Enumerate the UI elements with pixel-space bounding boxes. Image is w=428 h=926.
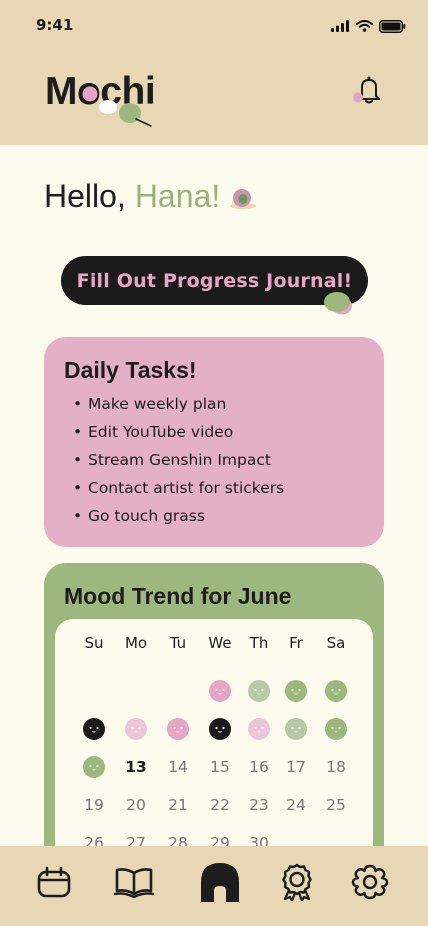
mood-face-pink[interactable] bbox=[209, 680, 231, 702]
weekday-label: Fr bbox=[289, 634, 303, 652]
mood-trend-title: Mood Trend for June bbox=[64, 583, 292, 609]
weekday-label: Mo bbox=[124, 634, 148, 652]
task-item[interactable]: Stream Genshin Impact bbox=[73, 449, 284, 477]
nav-journal[interactable] bbox=[112, 860, 156, 904]
battery-icon bbox=[379, 19, 406, 33]
mood-face-green[interactable] bbox=[325, 718, 347, 740]
award-icon bbox=[282, 863, 312, 901]
calendar-day[interactable]: 15 bbox=[204, 756, 236, 778]
daily-tasks-title: Daily Tasks! bbox=[64, 357, 197, 383]
book-icon bbox=[114, 868, 154, 898]
weekday-label: Th bbox=[249, 634, 269, 652]
calendar-day[interactable]: 17 bbox=[280, 756, 312, 778]
home-icon bbox=[201, 863, 239, 902]
calendar-day[interactable]: 25 bbox=[320, 794, 352, 816]
mood-face-pink[interactable] bbox=[167, 718, 189, 740]
status-time: 9:41 bbox=[36, 16, 74, 34]
mood-trend-card: Mood Trend for June Su Mo Tu We Th Fr Sa 13 14 15… bbox=[44, 563, 384, 909]
weekday-label: We bbox=[208, 634, 232, 652]
mood-face-sage[interactable] bbox=[285, 718, 307, 740]
greeting-name: Hana! bbox=[134, 178, 221, 214]
calendar-day[interactable]: 22 bbox=[204, 794, 236, 816]
nav-home[interactable] bbox=[198, 860, 242, 904]
mood-face-green[interactable] bbox=[325, 680, 347, 702]
daily-tasks-list: Make weekly plan Edit YouTube video Stre… bbox=[73, 393, 284, 533]
weekday-label: Sa bbox=[326, 634, 346, 652]
greeting: Hello, Hana! bbox=[44, 178, 258, 215]
bottom-navigation bbox=[0, 846, 428, 926]
daily-tasks-card: Daily Tasks! Make weekly plan Edit YouTu… bbox=[44, 337, 384, 547]
nav-calendar[interactable] bbox=[32, 860, 76, 904]
greeting-hello: Hello, bbox=[44, 178, 126, 214]
calendar-day[interactable]: 16 bbox=[243, 756, 275, 778]
mood-face-green[interactable] bbox=[83, 756, 105, 778]
journal-mochi-decoration bbox=[324, 292, 352, 315]
weekday-label: Tu bbox=[169, 634, 187, 652]
mochi-logo-decoration bbox=[99, 100, 152, 127]
mood-face-lightpink[interactable] bbox=[248, 718, 270, 740]
notification-bell-icon[interactable] bbox=[352, 74, 384, 106]
logo-pink-dot bbox=[82, 86, 98, 102]
weekday-label: Su bbox=[84, 634, 104, 652]
task-item[interactable]: Edit YouTube video bbox=[73, 421, 284, 449]
mood-face-lightpink[interactable] bbox=[125, 718, 147, 740]
calendar-day[interactable]: 19 bbox=[78, 794, 110, 816]
mood-face-black[interactable] bbox=[209, 718, 231, 740]
calendar-day[interactable]: 20 bbox=[120, 794, 152, 816]
mood-face-black[interactable] bbox=[83, 718, 105, 740]
wifi-icon bbox=[356, 20, 373, 32]
calendar-day[interactable]: 21 bbox=[162, 794, 194, 816]
task-item[interactable]: Make weekly plan bbox=[73, 393, 284, 421]
task-item[interactable]: Contact artist for stickers bbox=[73, 477, 284, 505]
mood-face-green[interactable] bbox=[285, 680, 307, 702]
app-header: 9:41 Mochi bbox=[0, 0, 428, 145]
calendar-icon bbox=[37, 866, 71, 898]
calendar-day[interactable]: 13 bbox=[120, 756, 152, 778]
signal-icon bbox=[331, 20, 349, 32]
calendar-day[interactable]: 23 bbox=[243, 794, 275, 816]
calendar-day[interactable]: 14 bbox=[162, 756, 194, 778]
task-item[interactable]: Go touch grass bbox=[73, 505, 284, 533]
mood-face-sage[interactable] bbox=[248, 680, 270, 702]
nav-achievements[interactable] bbox=[275, 860, 319, 904]
calendar-day[interactable]: 18 bbox=[320, 756, 352, 778]
nav-settings[interactable] bbox=[348, 860, 392, 904]
status-icons bbox=[331, 18, 406, 34]
settings-flower-icon bbox=[351, 864, 389, 900]
calendar-day[interactable]: 24 bbox=[280, 794, 312, 816]
mochi-emoji-icon bbox=[230, 188, 257, 209]
